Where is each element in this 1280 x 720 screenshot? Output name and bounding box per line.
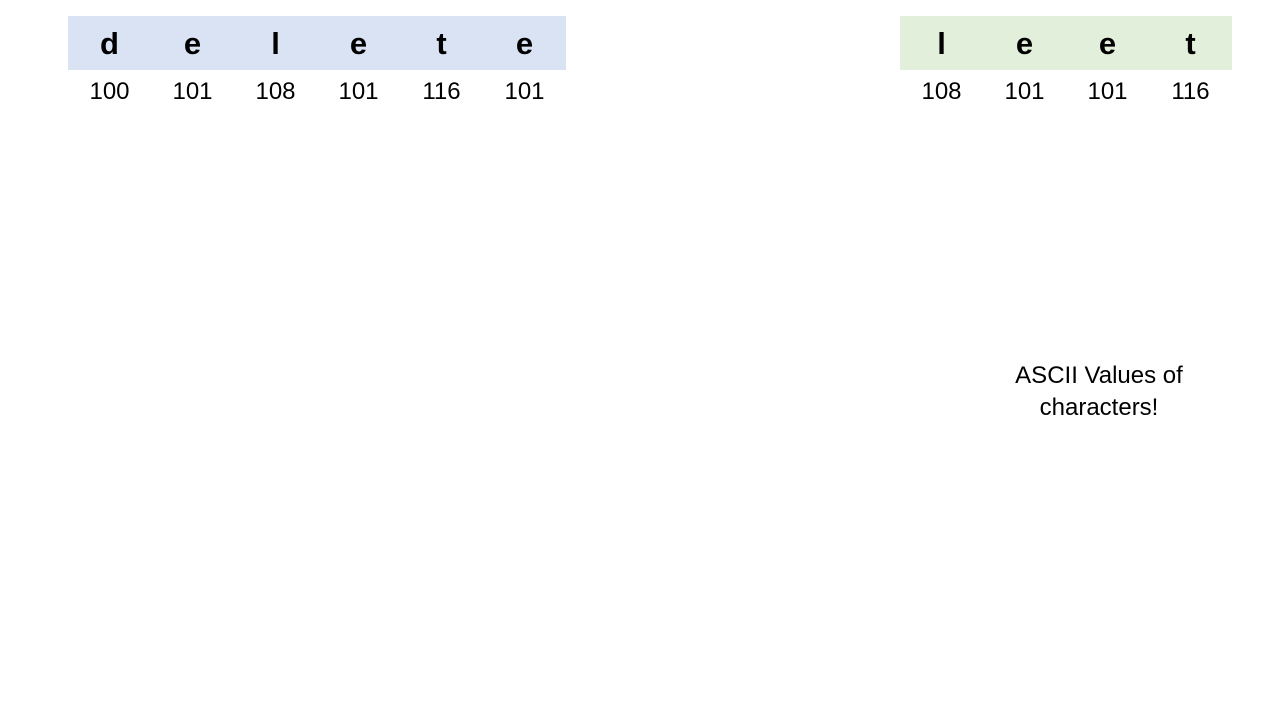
char-cell: t: [436, 25, 447, 61]
word-leet: l e e t 108 101 101 116: [900, 16, 1232, 114]
ascii-code: 101: [338, 78, 379, 105]
caption-line-1: ASCII Values of: [1015, 362, 1183, 389]
ascii-code: 108: [921, 78, 962, 105]
ascii-code: 101: [172, 78, 213, 105]
char-row: d e l e t e: [68, 16, 566, 70]
caption: ASCII Values of characters!: [984, 360, 1214, 424]
ascii-code: 101: [1087, 78, 1128, 105]
ascii-code: 116: [1171, 78, 1210, 105]
caption-line-2: characters!: [1039, 394, 1159, 421]
word-delete: d e l e t e 100 101 108 101 116 101: [68, 16, 566, 114]
char-cell: e: [1098, 25, 1117, 61]
char-row: l e e t: [900, 16, 1232, 70]
ascii-code: 108: [255, 78, 296, 105]
char-cell: t: [1185, 25, 1196, 61]
char-cell: e: [349, 25, 368, 61]
char-cell: e: [1015, 25, 1034, 61]
ascii-code: 116: [422, 78, 461, 105]
char-cell: d: [100, 25, 119, 61]
ascii-code: 101: [504, 78, 545, 105]
code-row: 100 101 108 101 116 101: [68, 70, 566, 114]
code-row: 108 101 101 116: [900, 70, 1232, 114]
char-cell: l: [937, 25, 946, 61]
ascii-code: 100: [89, 78, 130, 105]
char-cell: e: [515, 25, 534, 61]
char-cell: l: [271, 25, 280, 61]
ascii-code: 101: [1004, 78, 1045, 105]
char-cell: e: [183, 25, 202, 61]
